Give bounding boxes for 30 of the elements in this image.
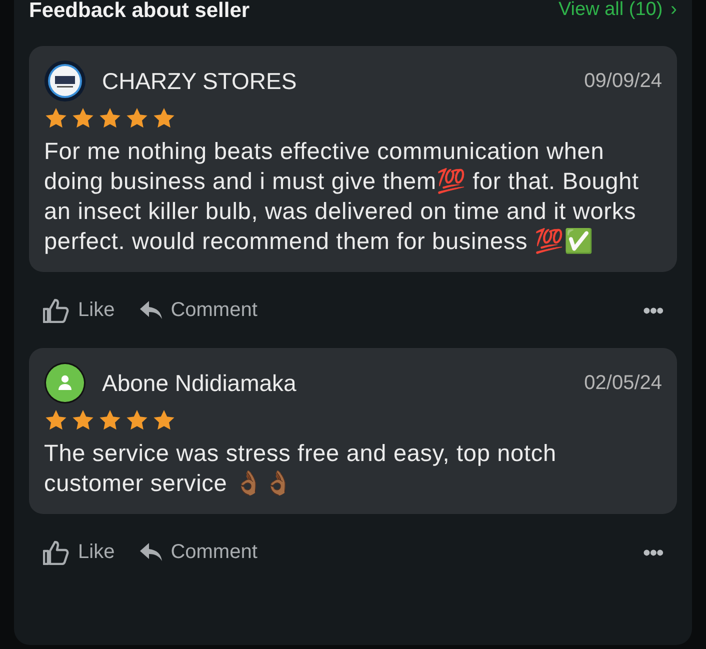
section-title: Feedback about seller (29, 0, 250, 21)
star-icon (44, 106, 68, 130)
comment-button[interactable]: Comment (138, 295, 258, 325)
comment-button[interactable]: Comment (138, 537, 258, 567)
view-all-link[interactable]: View all (10) › (558, 0, 677, 19)
review-date: 02/05/24 (584, 371, 662, 396)
store-logo-icon (44, 60, 86, 102)
star-icon (98, 408, 122, 432)
reviewer-name: Abone Ndidiamaka (102, 368, 296, 398)
user-avatar-icon (44, 362, 86, 404)
more-options-button[interactable]: ••• (642, 294, 663, 326)
more-options-button[interactable]: ••• (642, 536, 663, 568)
thumbs-up-icon (43, 540, 70, 564)
reviewer-name: CHARZY STORES (102, 66, 297, 96)
star-icon (152, 408, 176, 432)
star-icon (98, 106, 122, 130)
reply-icon (138, 300, 163, 320)
star-icon (152, 106, 176, 130)
thumbs-up-icon (43, 298, 70, 322)
star-icon (44, 408, 68, 432)
review-date: 09/09/24 (584, 69, 662, 94)
star-icon (125, 408, 149, 432)
like-button[interactable]: Like (43, 537, 115, 567)
review-text: For me nothing beats effective communication when doing business and i must give them💯 for that. Bought an insect killer bulb, was delivered on time and it works perfect. would recommend them for business 💯✅ (44, 137, 640, 256)
reply-icon (138, 542, 163, 562)
star-icon (71, 408, 95, 432)
star-icon (125, 106, 149, 130)
star-icon (71, 106, 95, 130)
review-text: The service was stress free and easy, top notch customer service 👌🏾👌🏾 (44, 439, 558, 498)
like-button[interactable]: Like (43, 295, 115, 325)
